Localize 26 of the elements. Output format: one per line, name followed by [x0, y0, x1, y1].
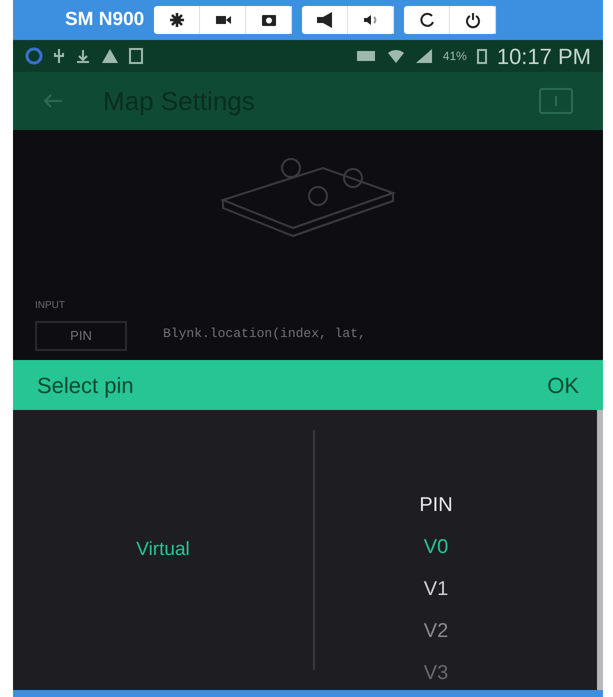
speaker-icon	[316, 11, 334, 29]
file-icon	[129, 48, 143, 64]
input-label: INPUT	[35, 299, 66, 313]
pin-option[interactable]: PIN	[419, 490, 453, 520]
pin-option[interactable]: V1	[424, 574, 448, 604]
sync-icon	[25, 47, 43, 65]
ok-button[interactable]: OK	[547, 368, 579, 402]
signal-icon	[414, 48, 433, 64]
battery-icon	[476, 48, 487, 64]
usb-icon	[53, 48, 65, 64]
device-name: SM N900	[65, 8, 144, 32]
battery-percent: 41%	[442, 48, 467, 65]
pin-type-option[interactable]: Virtual	[136, 536, 190, 564]
dialog-title: Select pin	[37, 372, 134, 400]
power-icon	[464, 11, 482, 29]
pin-button[interactable]: PIN	[35, 321, 127, 351]
warning-icon	[101, 48, 119, 64]
download-icon	[75, 48, 91, 64]
rotate-icon	[418, 11, 436, 29]
clock: 10:17 PM	[496, 42, 591, 70]
pin-option[interactable]: V0	[424, 532, 448, 562]
code-text: Blynk.location(index, lat,	[163, 324, 366, 342]
wifi-icon	[386, 48, 405, 64]
settings-icon	[168, 11, 186, 29]
back-arrow-icon	[43, 94, 63, 108]
pin-option[interactable]: V2	[424, 616, 448, 646]
